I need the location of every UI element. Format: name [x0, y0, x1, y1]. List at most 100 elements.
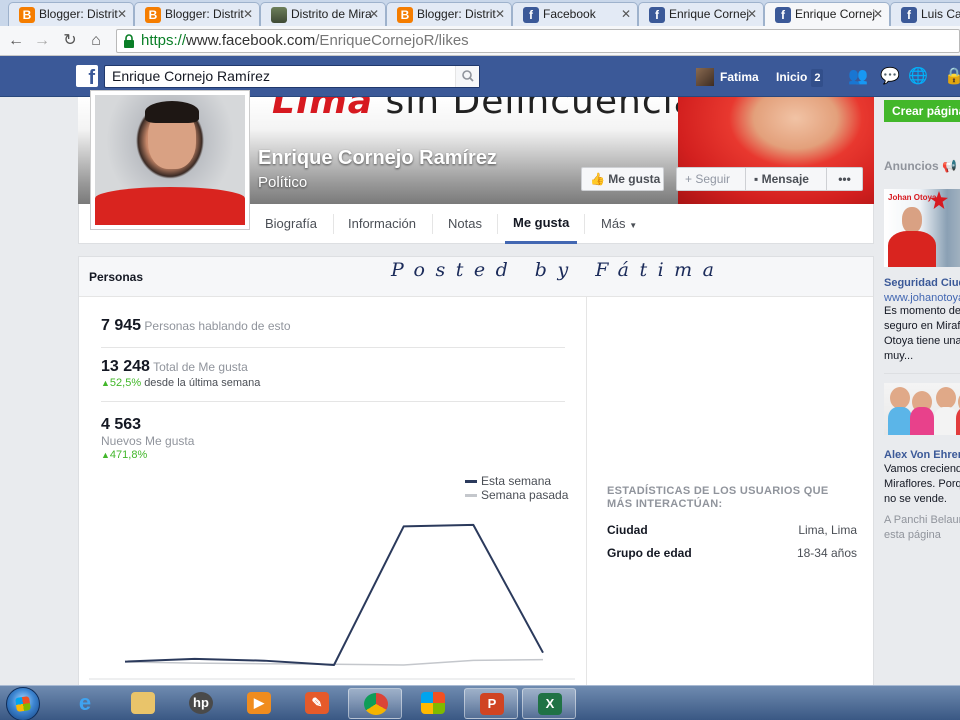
- message-icon: ▪: [754, 172, 759, 186]
- browser-tab[interactable]: Distrito de Mira ✕: [260, 2, 386, 26]
- start-button[interactable]: [6, 687, 40, 720]
- tab-informacion[interactable]: Información: [340, 204, 424, 244]
- browser-tab-active[interactable]: f Enrique Cornej ✕: [764, 2, 890, 26]
- ad-social-context: A Panchi Belaun esta página: [884, 514, 960, 541]
- hp-icon: hp: [189, 692, 213, 714]
- message-button[interactable]: ▪ Mensaje: [745, 167, 827, 191]
- more-dots-icon: •••: [838, 172, 851, 186]
- taskbar-media-player[interactable]: ▶: [232, 688, 286, 719]
- megaphone-icon: 📢: [942, 159, 957, 173]
- plus-icon: +: [685, 172, 693, 186]
- lock-icon: [124, 34, 134, 48]
- url-host: www.facebook.com: [186, 32, 316, 49]
- more-options-button[interactable]: •••: [826, 167, 863, 191]
- app-grid-icon: [421, 692, 445, 714]
- ad-title-link[interactable]: Seguridad Ciud: [884, 277, 960, 289]
- windows-logo-icon: [15, 696, 31, 712]
- notifications-globe-icon[interactable]: 🌐: [908, 67, 928, 87]
- taskbar-paint[interactable]: ✎: [290, 688, 344, 719]
- search-icon[interactable]: [455, 66, 479, 87]
- chrome-icon: [364, 693, 388, 715]
- tab-me-gusta[interactable]: Me gusta: [505, 204, 578, 244]
- browser-tab[interactable]: f Luis Cast: [890, 2, 960, 26]
- tab-biografia[interactable]: Biografía: [257, 204, 325, 244]
- reload-icon[interactable]: ↻: [60, 31, 80, 51]
- profile-picture[interactable]: [90, 90, 250, 230]
- create-page-button[interactable]: Crear página: [884, 100, 960, 122]
- url-input[interactable]: https://www.facebook.com/EnriqueCornejoR…: [116, 29, 960, 53]
- back-arrow-icon[interactable]: ←: [6, 31, 26, 51]
- facebook-logo-icon[interactable]: f: [76, 65, 98, 87]
- home-icon[interactable]: ⌂: [86, 31, 106, 51]
- taskbar-file-explorer[interactable]: [116, 688, 170, 719]
- excel-icon: X: [538, 693, 562, 715]
- tab-notas[interactable]: Notas: [440, 204, 490, 244]
- folder-icon: [131, 692, 155, 714]
- user-name: Fatima: [720, 70, 759, 84]
- stats-column: 7 945 Personas hablando de esto 13 248 T…: [79, 297, 587, 685]
- close-icon[interactable]: ✕: [873, 7, 883, 21]
- facebook-icon: f: [523, 7, 539, 23]
- page-title: Enrique Cornejo Ramírez: [258, 147, 497, 169]
- tab-label: Blogger: Distrit: [165, 7, 244, 21]
- profile-link[interactable]: Fatima: [696, 68, 759, 86]
- taskbar-app-grid[interactable]: [406, 688, 460, 719]
- close-icon[interactable]: ✕: [621, 7, 631, 21]
- avatar: [696, 68, 714, 86]
- panel-title: Personas: [89, 270, 144, 284]
- close-icon[interactable]: ✕: [495, 7, 505, 21]
- blogger-icon: B: [145, 7, 161, 23]
- browser-tab[interactable]: B Blogger: Distrit ✕: [8, 2, 134, 26]
- play-icon: ▶: [247, 692, 271, 714]
- home-count-badge: 2: [811, 69, 824, 87]
- search-input[interactable]: Enrique Cornejo Ramírez: [104, 65, 480, 88]
- powerpoint-icon: P: [480, 693, 504, 715]
- ad-text: Es momento de seguro en Miraflo Otoya ti…: [884, 305, 960, 362]
- taskbar-hp[interactable]: hp: [174, 688, 228, 719]
- windows-taskbar: e hp ▶ ✎ P X: [0, 685, 960, 720]
- browser-tab[interactable]: f Facebook ✕: [512, 2, 638, 26]
- tab-label: Facebook: [543, 7, 596, 21]
- url-scheme: https://: [141, 32, 187, 49]
- home-label: Inicio: [776, 70, 808, 84]
- taskbar-internet-explorer[interactable]: e: [58, 688, 112, 719]
- close-icon[interactable]: ✕: [747, 7, 757, 21]
- like-page-button[interactable]: 👍 Me gusta: [581, 167, 664, 191]
- forward-arrow-icon[interactable]: →: [32, 31, 52, 51]
- address-bar: ← → ↻ ⌂ https://www.facebook.com/Enrique…: [0, 26, 960, 56]
- follow-button[interactable]: + Seguir: [676, 167, 746, 191]
- internet-explorer-icon: e: [78, 690, 92, 715]
- ad-url[interactable]: www.johanotoya: [884, 292, 960, 304]
- ad-image[interactable]: [884, 383, 960, 435]
- friend-requests-icon[interactable]: 👥: [848, 67, 868, 87]
- browser-tab[interactable]: f Enrique Cornej ✕: [638, 2, 764, 26]
- ads-sidebar: Crear página Anuncios 📢 Johan Otoya Segu…: [876, 97, 960, 685]
- likes-panel: Personas Posted by Fátima 7 945 Personas…: [78, 256, 874, 686]
- close-icon[interactable]: ✕: [369, 7, 379, 21]
- ad-title-link[interactable]: Alex Von Ehren: [884, 449, 960, 461]
- tab-mas[interactable]: Más ▼: [593, 204, 645, 244]
- close-icon[interactable]: ✕: [117, 7, 127, 21]
- messages-icon[interactable]: 💬: [880, 67, 900, 87]
- close-icon[interactable]: ✕: [243, 7, 253, 21]
- facebook-icon: f: [775, 7, 791, 23]
- facebook-icon: f: [649, 7, 665, 23]
- taskbar-chrome[interactable]: [348, 688, 402, 719]
- blogger-icon: B: [397, 7, 413, 23]
- browser-tab-bar: B Blogger: Distrit ✕ B Blogger: Distrit …: [0, 0, 960, 26]
- image-icon: [271, 7, 287, 23]
- browser-tab[interactable]: B Blogger: Distrit ✕: [386, 2, 512, 26]
- home-link[interactable]: Inicio 2: [776, 68, 824, 87]
- taskbar-excel[interactable]: X: [522, 688, 576, 719]
- lock-icon[interactable]: 🔒: [944, 67, 960, 87]
- paint-icon: ✎: [305, 692, 329, 714]
- browser-tab[interactable]: B Blogger: Distrit ✕: [134, 2, 260, 26]
- ad-image[interactable]: Johan Otoya: [884, 189, 960, 267]
- caret-down-icon: ▼: [629, 221, 638, 230]
- cover-slogan: Lima sin Delincuencia: [272, 97, 697, 122]
- watermark-text: Posted by Fátima: [391, 259, 725, 281]
- tab-label: Enrique Cornej: [795, 7, 876, 21]
- ad-text: Vamos creciendo Miraflores. Porqu no se …: [884, 463, 960, 505]
- taskbar-powerpoint[interactable]: P: [464, 688, 518, 719]
- panel-header: Personas Posted by Fátima: [79, 257, 873, 297]
